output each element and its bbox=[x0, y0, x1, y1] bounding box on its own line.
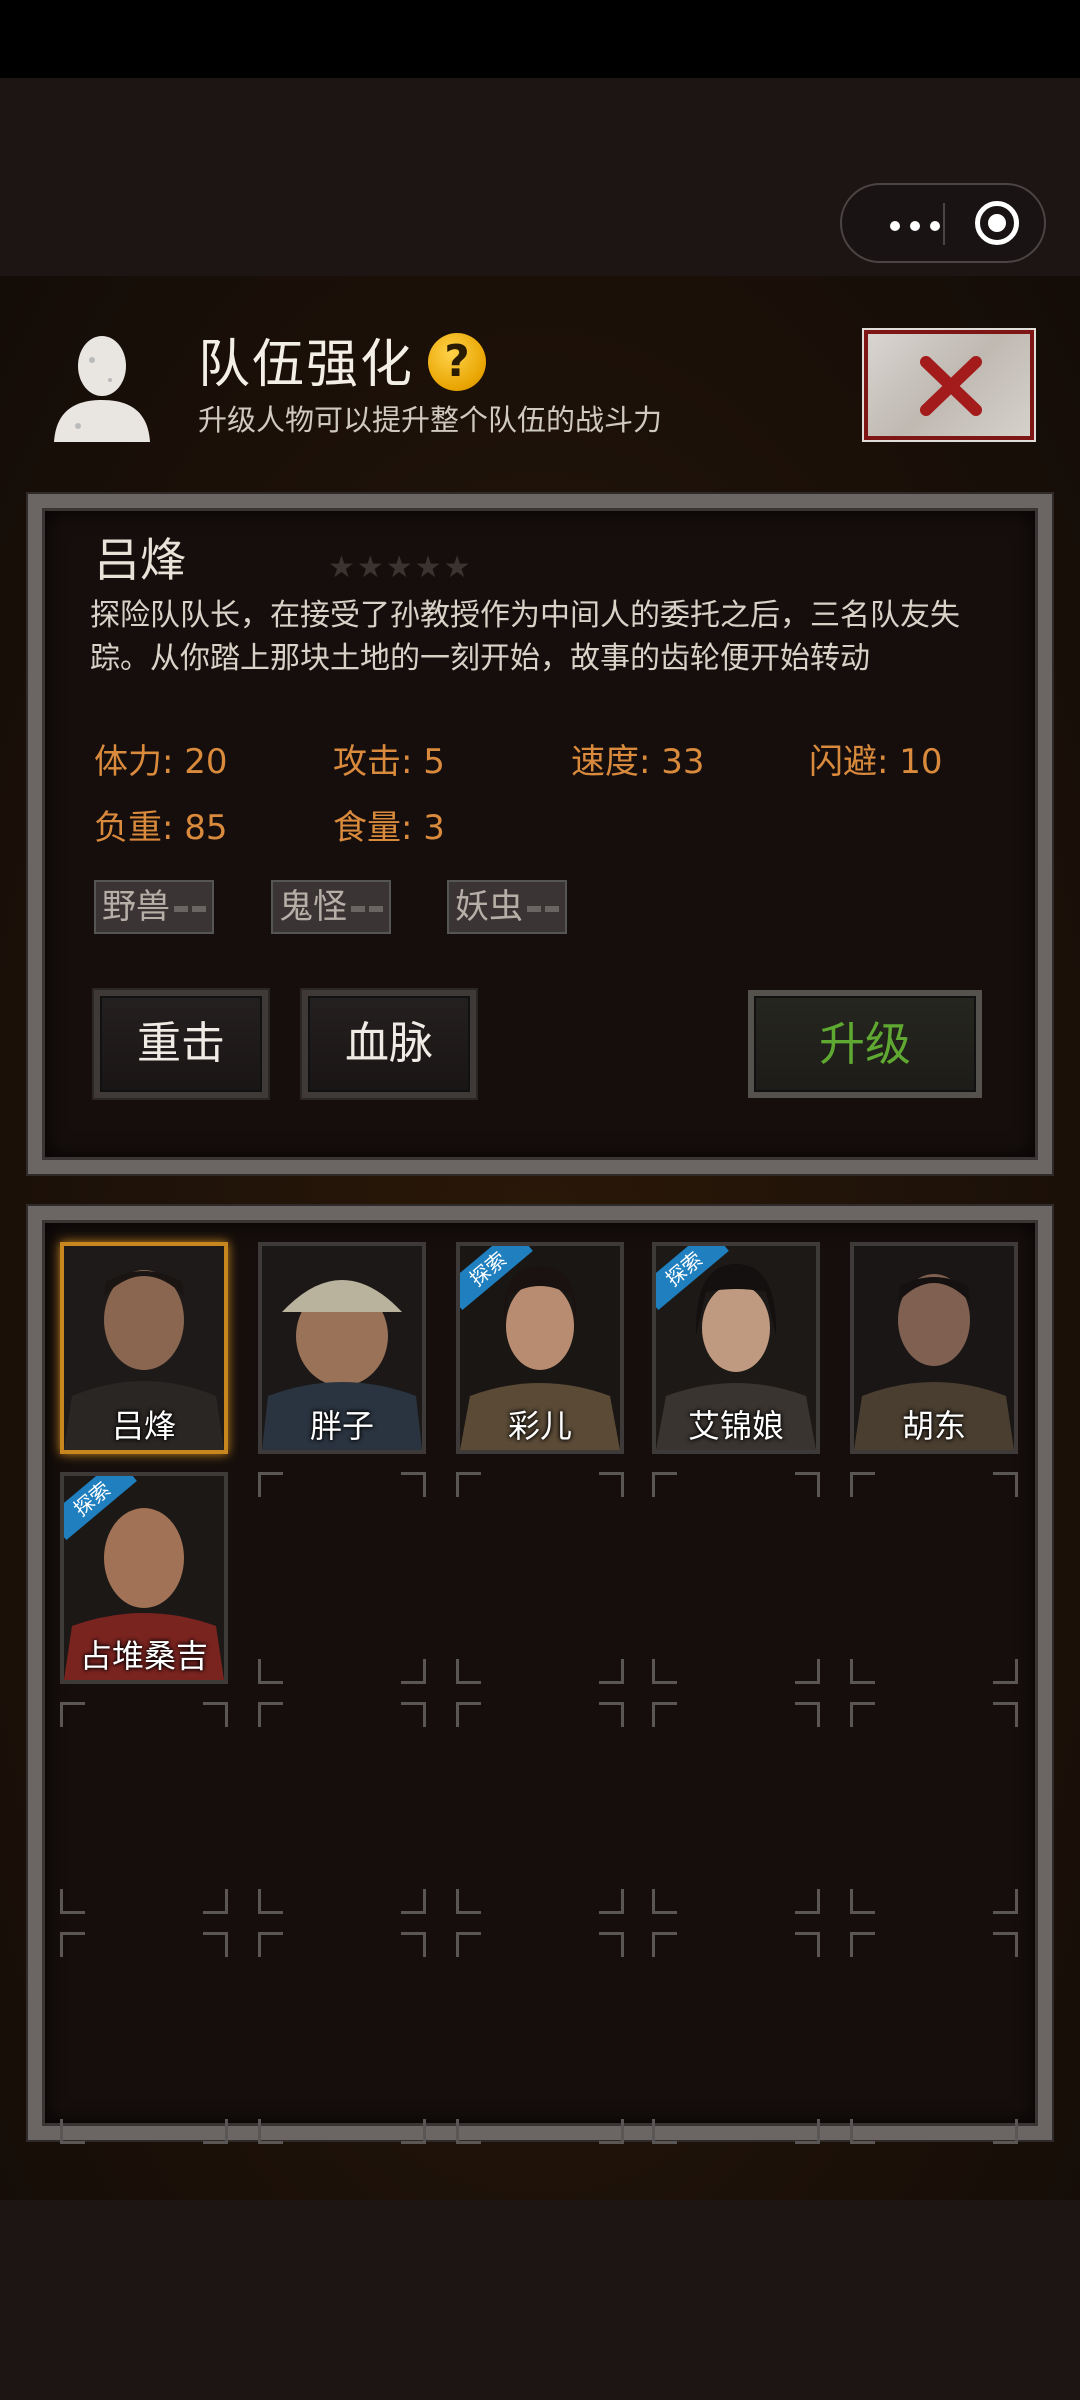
stat-speed: 速度: 33 bbox=[571, 742, 705, 782]
tag-label: 鬼怪 bbox=[279, 887, 347, 927]
empty-slot bbox=[258, 1472, 426, 1684]
page-subtitle: 升级人物可以提升整个队伍的战斗力 bbox=[198, 403, 663, 437]
empty-slot bbox=[850, 1932, 1018, 2144]
character-card-hudong[interactable]: 胡东 bbox=[850, 1242, 1018, 1454]
close-miniprogram-icon[interactable] bbox=[975, 201, 1019, 245]
bloodline-button[interactable]: 血脉 bbox=[302, 990, 476, 1098]
empty-slot bbox=[258, 1702, 426, 1914]
character-description: 探险队队长，在接受了孙教授作为中间人的委托之后，三名队友失踪。从你踏上那块土地的… bbox=[90, 598, 960, 676]
strike-button[interactable]: 重击 bbox=[94, 990, 268, 1098]
upgrade-button[interactable]: 升级 bbox=[748, 990, 982, 1098]
bottom-area bbox=[0, 2200, 1080, 2400]
empty-slot bbox=[60, 1702, 228, 1914]
status-bar bbox=[0, 0, 1080, 78]
empty-slot bbox=[60, 1932, 228, 2144]
card-name: 彩儿 bbox=[507, 1407, 572, 1445]
close-icon bbox=[920, 356, 982, 416]
tag-beast: 野兽 bbox=[94, 880, 214, 934]
stat-appetite: 食量: 3 bbox=[333, 808, 445, 848]
tag-label: 野兽 bbox=[102, 887, 170, 927]
card-name: 胡东 bbox=[901, 1407, 966, 1445]
character-card-lvfeng[interactable]: 吕烽 bbox=[60, 1242, 228, 1454]
tag-insect: 妖虫 bbox=[447, 880, 567, 934]
card-name: 艾锦娘 bbox=[687, 1407, 784, 1445]
character-card-pangzi[interactable]: 胖子 bbox=[258, 1242, 426, 1454]
tag-label: 妖虫 bbox=[455, 887, 523, 927]
card-name: 吕烽 bbox=[111, 1407, 176, 1445]
empty-slot bbox=[850, 1472, 1018, 1684]
star-rating: ★★★★★ bbox=[328, 550, 473, 585]
empty-slot bbox=[456, 1472, 624, 1684]
empty-slot bbox=[652, 1932, 820, 2144]
tag-ghost: 鬼怪 bbox=[271, 880, 391, 934]
page-title: 队伍强化 bbox=[198, 335, 415, 395]
stat-dodge: 闪避: 10 bbox=[809, 742, 943, 782]
team-avatar-icon bbox=[54, 336, 150, 442]
empty-slot bbox=[850, 1702, 1018, 1914]
card-name: 胖子 bbox=[309, 1407, 374, 1445]
stat-attack: 攻击: 5 bbox=[333, 742, 445, 782]
mini-program-capsule bbox=[840, 183, 1046, 263]
card-name: 占堆桑吉 bbox=[79, 1637, 208, 1675]
character-card-caier[interactable]: 探索 彩儿 bbox=[456, 1242, 624, 1454]
empty-slot bbox=[652, 1472, 820, 1684]
character-card-aijinniang[interactable]: 探索 艾锦娘 bbox=[652, 1242, 820, 1454]
capsule-divider bbox=[943, 203, 945, 245]
empty-slot bbox=[258, 1932, 426, 2144]
stat-stamina: 体力: 20 bbox=[94, 742, 228, 782]
character-card-zhandui[interactable]: 探索 占堆桑吉 bbox=[60, 1472, 228, 1684]
character-name: 吕烽 bbox=[94, 533, 186, 587]
stat-load: 负重: 85 bbox=[94, 808, 228, 848]
help-icon[interactable]: ? bbox=[428, 333, 486, 391]
empty-slot bbox=[456, 1932, 624, 2144]
empty-slot bbox=[652, 1702, 820, 1914]
empty-slot bbox=[456, 1702, 624, 1914]
close-button[interactable] bbox=[862, 328, 1036, 442]
more-icon[interactable] bbox=[890, 221, 940, 231]
